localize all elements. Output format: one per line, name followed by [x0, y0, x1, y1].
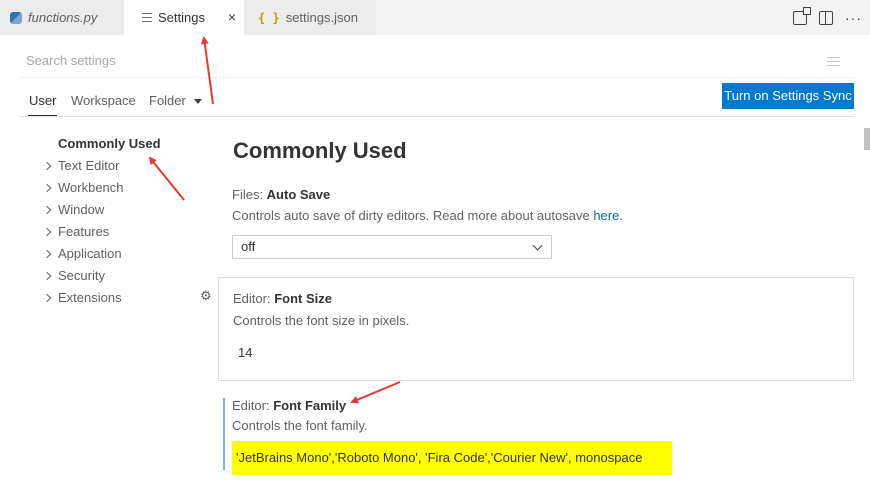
font-size-input[interactable]: 14: [233, 340, 433, 366]
setting-category: Editor:: [232, 398, 274, 413]
font-family-value: 'JetBrains Mono','Roboto Mono', 'Fira Co…: [232, 441, 673, 475]
setting-name: Font Size: [274, 291, 332, 306]
tab-settings-json[interactable]: { } settings.json: [244, 0, 376, 35]
setting-description: Controls the font family.: [232, 418, 368, 433]
toc-item-features[interactable]: Features: [40, 221, 210, 243]
chevron-right-icon: [42, 227, 52, 237]
python-file-icon: [10, 11, 22, 24]
tab-folder[interactable]: Folder: [149, 93, 202, 108]
setting-name: Auto Save: [266, 187, 331, 202]
setting-files-auto-save: Files: Auto Save Controls auto save of d…: [218, 180, 854, 274]
search-input[interactable]: [20, 53, 800, 68]
split-editor-icon[interactable]: [819, 10, 833, 25]
tab-label: settings.json: [285, 10, 358, 25]
filter-icon[interactable]: [827, 57, 840, 66]
toc-item-application[interactable]: Application: [40, 243, 210, 265]
setting-editor-font-size: Editor: Font Size Controls the font size…: [218, 277, 854, 381]
settings-scope-tabs: User Workspace Folder Turn on Settings S…: [20, 83, 854, 117]
setting-label: Editor: Font Family: [232, 398, 346, 413]
setting-editor-font-family: Editor: Font Family Controls the font fa…: [218, 393, 854, 483]
toc-item-label: Security: [58, 268, 105, 283]
modified-indicator: [223, 398, 225, 470]
settings-scrollbar[interactable]: [864, 128, 870, 483]
setting-description: Controls auto save of dirty editors. Rea…: [232, 208, 623, 223]
open-settings-json-icon[interactable]: [793, 6, 811, 25]
toc-item-security[interactable]: Security: [40, 265, 210, 287]
toc-item-label: Workbench: [58, 180, 124, 195]
toc-item-label: Features: [58, 224, 110, 239]
font-family-input[interactable]: 'JetBrains Mono','Roboto Mono', 'Fira Co…: [232, 441, 732, 475]
tab-folder-label: Folder: [149, 93, 186, 108]
editor-tab-bar: functions.py Settings × { } settings.jso…: [0, 0, 870, 35]
settings-search: [20, 44, 854, 78]
select-value: off: [241, 239, 256, 254]
chevron-right-icon: [42, 205, 52, 215]
tab-user[interactable]: User: [27, 93, 58, 116]
chevron-right-icon: [42, 183, 52, 193]
chevron-right-icon: [42, 249, 52, 259]
toc-item-window[interactable]: Window: [40, 199, 210, 221]
toc-item-extensions[interactable]: Extensions: [40, 287, 210, 309]
toc-item-text-editor[interactable]: Text Editor: [40, 155, 210, 177]
json-braces-icon: { }: [258, 10, 280, 25]
description-text: Controls auto save of dirty editors. Rea…: [232, 208, 594, 223]
setting-category: Editor:: [233, 291, 275, 306]
toc-item-label: Application: [58, 246, 122, 261]
close-icon[interactable]: ×: [228, 9, 236, 25]
auto-save-select[interactable]: off: [232, 235, 552, 259]
turn-on-settings-sync-button[interactable]: Turn on Settings Sync: [722, 83, 854, 109]
tab-functions-py[interactable]: functions.py: [0, 0, 124, 35]
setting-category: Files:: [232, 187, 267, 202]
tab-settings[interactable]: Settings ×: [124, 0, 244, 35]
caret-down-icon: [193, 99, 202, 105]
setting-name: Font Family: [273, 398, 347, 413]
chevron-down-icon: [532, 240, 543, 251]
chevron-right-icon: [42, 161, 52, 171]
settings-list-icon: [142, 13, 152, 22]
chevron-right-icon: [42, 271, 52, 281]
scrollbar-thumb[interactable]: [864, 128, 870, 150]
toc-item-label: Commonly Used: [58, 136, 161, 151]
toc-item-label: Window: [58, 202, 105, 217]
editor-actions: ···: [793, 0, 862, 35]
tab-workspace[interactable]: Workspace: [71, 93, 136, 108]
tab-label: functions.py: [28, 10, 98, 25]
settings-toc-tree: Commonly Used Text Editor Workbench Wind…: [40, 133, 210, 309]
toc-item-label: Text Editor: [58, 158, 120, 173]
toc-item-workbench[interactable]: Workbench: [40, 177, 210, 199]
toc-item-commonly-used[interactable]: Commonly Used: [40, 133, 210, 155]
autosave-docs-link[interactable]: here: [593, 208, 619, 223]
tab-label: Settings: [158, 10, 205, 25]
setting-label: Editor: Font Size: [233, 291, 332, 306]
chevron-right-icon: [42, 293, 52, 303]
toc-item-label: Extensions: [58, 290, 122, 305]
gear-icon[interactable]: ⚙: [200, 289, 213, 302]
setting-label: Files: Auto Save: [232, 187, 330, 202]
section-title: Commonly Used: [233, 138, 407, 163]
setting-description: Controls the font size in pixels.: [233, 313, 410, 328]
more-actions-icon[interactable]: ···: [845, 11, 862, 25]
description-end: .: [619, 208, 623, 223]
